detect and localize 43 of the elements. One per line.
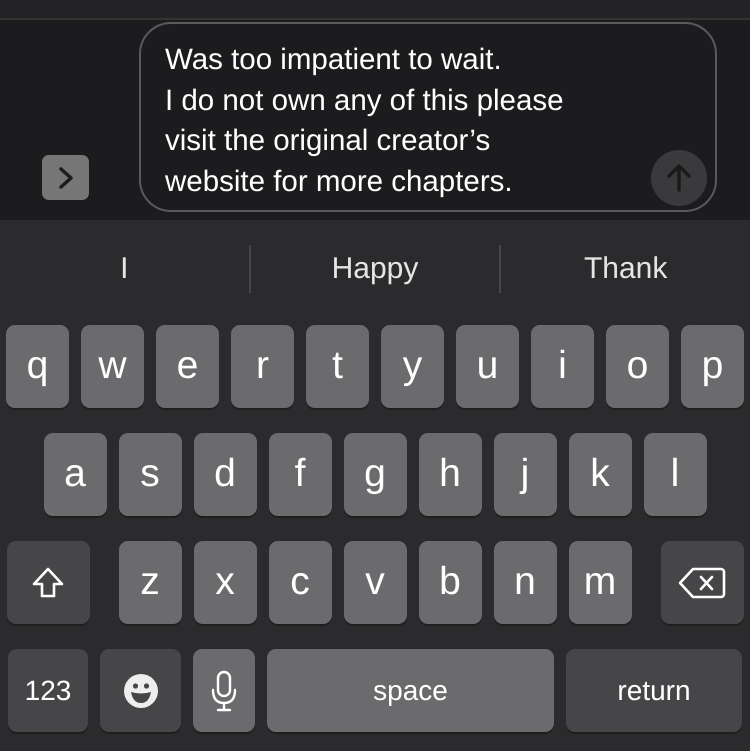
letter-key[interactable]: i — [531, 325, 594, 408]
letter-key[interactable]: z — [118, 541, 182, 624]
letter-key[interactable]: o — [606, 325, 669, 408]
letter-key[interactable]: d — [194, 433, 256, 516]
letter-key[interactable]: q — [6, 325, 69, 408]
letter-key[interactable]: k — [568, 433, 632, 516]
letter-key[interactable]: s — [118, 433, 182, 516]
suggestion[interactable]: Happy — [332, 252, 418, 285]
letter-key[interactable]: a — [44, 433, 106, 516]
letter-key[interactable]: g — [344, 433, 406, 516]
shift-key[interactable] — [6, 541, 90, 624]
letter-key[interactable]: x — [194, 541, 256, 624]
backspace-icon — [678, 566, 726, 600]
letter-key[interactable]: u — [456, 325, 519, 408]
message-field[interactable]: Was too impatient to wait. I do not own any of this please visit the original creator’s website for more chapters. — [139, 22, 717, 212]
letter-key[interactable]: j — [494, 433, 556, 516]
dictation-key[interactable] — [193, 649, 255, 732]
letter-key[interactable]: n — [494, 541, 556, 624]
letter-key[interactable]: e — [156, 325, 219, 408]
expand-button[interactable] — [42, 155, 89, 200]
suggestion[interactable]: Thank — [584, 252, 668, 285]
smiley-icon — [122, 672, 158, 708]
letter-key[interactable]: v — [344, 541, 406, 624]
letter-key[interactable]: m — [568, 541, 632, 624]
letter-key[interactable]: p — [681, 325, 744, 408]
letter-key[interactable]: y — [381, 325, 444, 408]
letter-key[interactable]: c — [268, 541, 332, 624]
letter-key[interactable]: l — [644, 433, 706, 516]
space-key[interactable]: space — [267, 649, 554, 732]
chevron-right-icon — [56, 166, 74, 190]
emoji-key[interactable] — [100, 649, 181, 732]
letter-key[interactable]: t — [306, 325, 369, 408]
return-key[interactable]: return — [566, 649, 742, 732]
numbers-key[interactable]: 123 — [8, 649, 88, 732]
delete-key[interactable] — [660, 541, 744, 624]
microphone-icon — [211, 670, 237, 712]
letter-key[interactable]: w — [81, 325, 144, 408]
letter-key[interactable]: h — [418, 433, 482, 516]
letter-key[interactable]: r — [231, 325, 294, 408]
letter-key[interactable]: f — [268, 433, 332, 516]
suggestion[interactable]: I — [120, 252, 128, 285]
letter-key[interactable]: b — [418, 541, 482, 624]
shift-icon — [31, 566, 65, 600]
